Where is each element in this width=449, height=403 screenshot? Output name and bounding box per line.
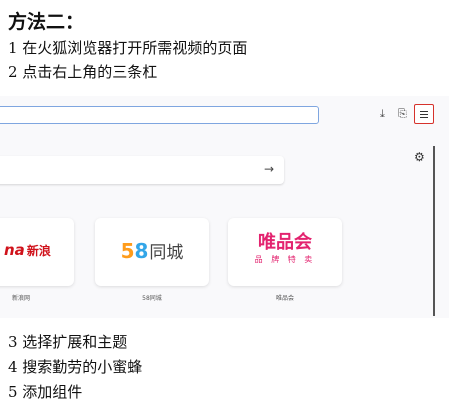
step-2: 2 点击右上角的三条杠: [8, 63, 158, 81]
sina-logo: na 新浪: [4, 241, 51, 259]
download-icon[interactable]: ⤓: [380, 107, 385, 121]
shortcut-label-58: 58同城: [142, 295, 162, 302]
page-title: 方法二：: [8, 11, 85, 33]
address-bar[interactable]: [0, 106, 319, 124]
menu-bar-top: [420, 110, 428, 112]
scrollbar[interactable]: [433, 146, 435, 316]
step-1: 1 在火狐浏览器打开所需视频的页面: [8, 39, 248, 57]
hamburger-menu-button[interactable]: [414, 104, 434, 124]
gear-icon[interactable]: ⚙: [414, 150, 425, 164]
step-5: 5 添加组件: [8, 383, 83, 401]
step-4: 4 搜索勤劳的小蜜蜂: [8, 358, 143, 376]
shortcut-label-sina: 新浪网: [11, 295, 30, 302]
menu-bar-middle: [420, 113, 428, 115]
58-logo: 58同城: [120, 239, 184, 263]
shortcut-tile-vip[interactable]: 唯品会 品 牌 特 卖: [228, 218, 342, 286]
shortcut-tile-58[interactable]: 58同城: [95, 218, 209, 286]
step-3: 3 选择扩展和主题: [8, 333, 128, 351]
search-box[interactable]: →: [0, 156, 284, 184]
menu-bar-bottom: [420, 116, 428, 118]
shortcut-label-vip: 唯品会: [275, 295, 294, 302]
arrow-right-icon[interactable]: →: [264, 162, 274, 176]
firefox-screenshot: ⤓ ⎘ ⚙ → na 新浪 新浪网 58同城 58同城 唯品会 品 牌 特 卖 唯…: [0, 96, 449, 318]
share-icon[interactable]: ⎘: [398, 107, 407, 121]
vip-logo: 唯品会 品 牌 特 卖: [254, 232, 316, 264]
shortcut-tile-sina[interactable]: na 新浪: [0, 218, 74, 286]
